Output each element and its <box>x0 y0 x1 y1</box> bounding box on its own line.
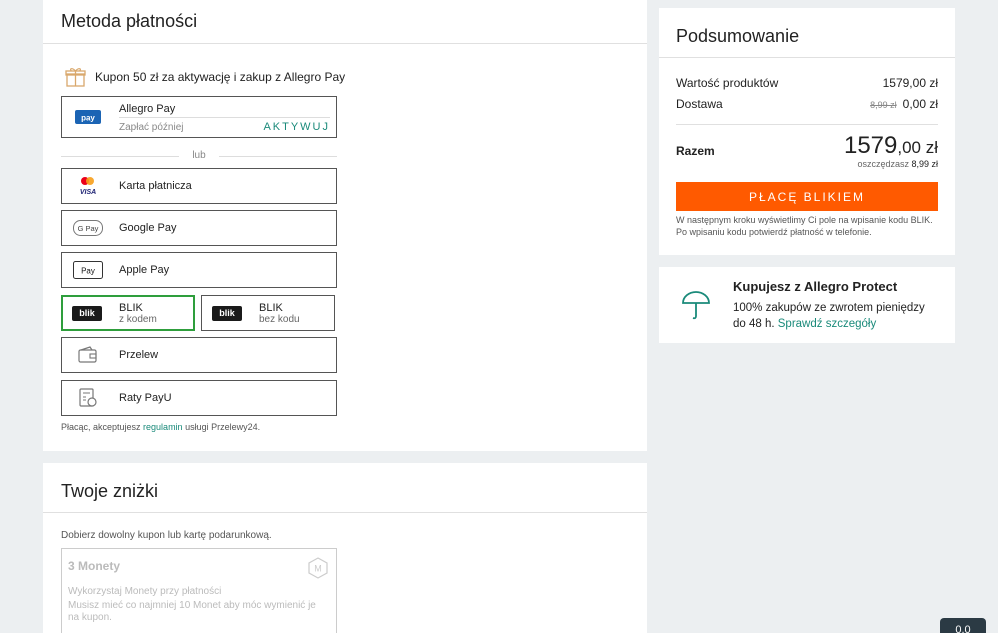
divider <box>659 57 955 58</box>
terms-prefix: Płacąc, akceptujesz <box>61 422 144 432</box>
bank-transfer-label: Przelew <box>119 349 159 361</box>
monety-sub: Wykorzystaj Monety przy płatności <box>68 586 222 597</box>
savings-prefix: oszczędzasz <box>857 159 912 169</box>
umbrella-icon <box>681 290 711 325</box>
allegro-pay-label: Allegro Pay <box>119 103 176 115</box>
apple-pay-label: Apple Pay <box>119 264 170 276</box>
svg-text:pay: pay <box>81 114 95 123</box>
svg-text:Pay: Pay <box>81 267 95 276</box>
blik-bez-title: BLIK <box>259 302 283 314</box>
allegro-protect-card: Kupujesz z Allegro Protect 100% zakupów … <box>659 267 955 343</box>
products-label: Wartość produktów <box>676 76 779 90</box>
allegro-pay-sub: Zapłać później <box>119 122 184 133</box>
google-pay-option[interactable]: G Pay Google Pay <box>61 210 337 246</box>
blik-without-code-option[interactable]: blik BLIK bez kodu <box>201 295 335 331</box>
total-cents: ,00 zł <box>897 138 938 157</box>
shipping-label: Dostawa <box>676 97 723 111</box>
shipping-row: Dostawa 8,99 zł 0,00 zł <box>676 97 938 111</box>
blik-note: W następnym kroku wyświetlimy Ci pole na… <box>676 215 933 237</box>
blik-icon: blik <box>212 306 242 321</box>
shipping-value: 0,00 zł <box>902 97 938 111</box>
divider <box>43 512 647 513</box>
monety-badge-icon: M <box>308 557 328 584</box>
apple-pay-icon: Pay <box>73 261 103 279</box>
calculator-icon <box>73 388 103 407</box>
google-pay-label: Google Pay <box>119 222 177 234</box>
discounts-section: Twoje zniżki Dobierz dowolny kupon lub k… <box>43 463 647 633</box>
blik-icon: blik <box>72 306 102 321</box>
feedback-widget-button[interactable]: 0.0 <box>940 618 986 633</box>
divider <box>119 117 330 118</box>
protect-details-link[interactable]: Sprawdź szczegóły <box>778 318 876 330</box>
monety-desc: Musisz mieć co najmniej 10 Monet aby móc… <box>68 600 316 623</box>
protect-title: Kupujesz z Allegro Protect <box>733 279 898 294</box>
blik-with-code-option[interactable]: blik BLIK z kodem <box>61 295 195 331</box>
payment-title: Metoda płatności <box>61 11 198 31</box>
coupon-text: Kupon 50 zł za aktywację i zakup z Alleg… <box>95 69 346 84</box>
divider <box>43 43 647 44</box>
google-pay-icon: G Pay <box>73 219 103 237</box>
wallet-icon <box>73 346 103 364</box>
or-separator: lub <box>61 150 337 162</box>
total-value: 1579,00 zł <box>844 132 938 160</box>
allegro-pay-icon: pay <box>73 108 103 126</box>
visa-mastercard-icon: VISA <box>73 177 103 196</box>
allegro-pay-coupon: Kupon 50 zł za aktywację i zakup z Alleg… <box>65 66 345 87</box>
discounts-hint: Dobierz dowolny kupon lub kartę podarunk… <box>61 530 272 541</box>
gift-icon <box>65 68 86 87</box>
blik-bez-sub: bez kodu <box>259 314 300 325</box>
total-main: 1579 <box>843 132 898 159</box>
order-summary: Podsumowanie Wartość produktów 1579,00 z… <box>659 8 955 255</box>
shipping-values: 8,99 zł 0,00 zł <box>870 97 938 111</box>
divider <box>676 124 938 125</box>
products-row: Wartość produktów 1579,00 zł <box>676 76 938 90</box>
terms-note: Płacąc, akceptujesz regulamin usługi Prz… <box>61 422 260 432</box>
pay-blik-button[interactable]: PŁACĘ BLIKIEM <box>676 182 938 211</box>
terms-link[interactable]: regulamin <box>143 422 183 432</box>
protect-text: 100% zakupów ze zwrotem pieniędzy do 48 … <box>733 300 938 332</box>
card-payment-option[interactable]: VISA Karta płatnicza <box>61 168 337 204</box>
monety-coupon-card: 3 Monety M Wykorzystaj Monety przy płatn… <box>61 548 337 633</box>
total-label: Razem <box>676 144 715 158</box>
payu-label: Raty PayU <box>119 392 172 404</box>
products-value: 1579,00 zł <box>882 76 938 90</box>
savings-value: 8,99 zł <box>911 159 938 169</box>
savings-note: oszczędzasz 8,99 zł <box>857 159 938 169</box>
card-payment-label: Karta płatnicza <box>119 180 192 192</box>
payu-installments-option[interactable]: Raty PayU <box>61 380 337 416</box>
svg-text:VISA: VISA <box>80 189 96 196</box>
svg-text:G Pay: G Pay <box>78 224 99 233</box>
allegro-pay-option[interactable]: pay Allegro Pay Zapłać później AKTYWUJ <box>61 96 337 138</box>
shipping-old-price: 8,99 zł <box>870 100 897 110</box>
summary-title: Podsumowanie <box>676 26 800 46</box>
svg-text:M: M <box>314 564 322 574</box>
blik-kod-title: BLIK <box>119 302 143 314</box>
monety-title: 3 Monety <box>68 559 121 573</box>
activate-button[interactable]: AKTYWUJ <box>263 121 330 133</box>
terms-suffix: usługi Przelewy24. <box>182 422 261 432</box>
discounts-title: Twoje zniżki <box>61 481 159 501</box>
blik-kod-sub: z kodem <box>119 314 157 325</box>
apple-pay-option[interactable]: Pay Apple Pay <box>61 252 337 288</box>
payment-method-section: Metoda płatności Kupon 50 zł za aktywacj… <box>43 0 647 451</box>
bank-transfer-option[interactable]: Przelew <box>61 337 337 373</box>
